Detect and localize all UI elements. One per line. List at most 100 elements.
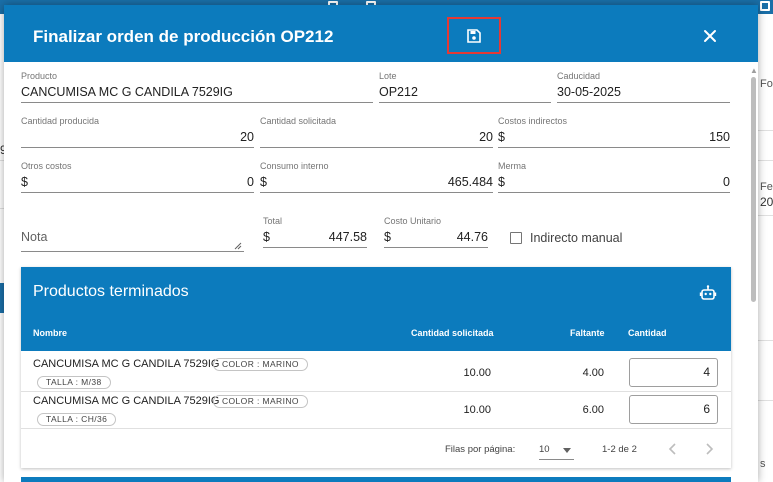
rows-per-page-select[interactable]: 10: [539, 440, 574, 460]
otros-costos-field[interactable]: Otros costos $ 0: [21, 161, 254, 193]
background-right-text: s: [760, 458, 766, 470]
cantidad-solicitada-field[interactable]: Cantidad solicitada 20: [260, 116, 493, 148]
nota-textarea[interactable]: Nota: [21, 227, 244, 252]
previous-page-icon[interactable]: [668, 443, 676, 455]
field-underline: [21, 147, 254, 148]
divider: [758, 130, 773, 131]
field-value: 465.484: [447, 175, 493, 189]
indirecto-manual-checkbox[interactable]: [510, 232, 522, 244]
field-value: 0: [723, 175, 730, 189]
scroll-up-icon[interactable]: ▲: [750, 66, 758, 75]
currency-symbol: $: [384, 230, 391, 244]
resize-grip-icon[interactable]: [234, 242, 242, 250]
next-page-icon[interactable]: [706, 443, 714, 455]
product-name: CANCUMISA MC G CANDILA 7529IG: [33, 358, 220, 370]
field-label: Consumo interno: [260, 161, 329, 171]
field-underline: [21, 192, 254, 193]
save-icon: [467, 28, 481, 43]
table-row: CANCUMISA MC G CANDILA 7529IG COLOR : MA…: [21, 392, 731, 429]
field-underline: [384, 247, 488, 248]
currency-symbol: $: [21, 175, 28, 189]
dialog-title: Finalizar orden de producción OP212: [33, 27, 334, 46]
field-label: Caducidad: [557, 71, 601, 81]
producto-field[interactable]: Producto CANCUMISA MC G CANDILA 7529IG: [21, 71, 373, 103]
caducidad-field[interactable]: Caducidad 30-05-2025: [557, 71, 730, 103]
field-label: Lote: [379, 71, 397, 81]
field-value: 447.58: [328, 230, 367, 244]
lote-field[interactable]: Lote OP212: [379, 71, 551, 103]
attribute-chip: TALLA : CH/36: [37, 413, 117, 426]
card-title: Productos terminados: [33, 283, 189, 300]
field-underline: [263, 247, 367, 248]
field-placeholder: Nota: [21, 230, 48, 244]
table-pagination: Filas por página: 10 1-2 de 2: [21, 430, 731, 468]
background-right-text: 20: [760, 195, 773, 209]
field-label: Merma: [498, 161, 527, 171]
field-underline: [260, 192, 493, 193]
costo-unitario-field: Costo Unitario $ 44.76: [384, 216, 488, 248]
product-name: CANCUMISA MC G CANDILA 7529IG: [33, 395, 220, 407]
finalize-order-dialog: Finalizar orden de producción OP212 ▲ Pr…: [4, 5, 758, 482]
currency-symbol: $: [498, 130, 505, 144]
cantidad-input[interactable]: 4: [629, 358, 718, 387]
column-header-nombre[interactable]: Nombre: [33, 328, 67, 338]
consumo-interno-field[interactable]: Consumo interno $ 465.484: [260, 161, 493, 193]
field-label: Total: [263, 216, 283, 226]
background-right-text: Fe: [760, 181, 773, 193]
field-value: 44.76: [456, 230, 488, 244]
attribute-chip: TALLA : M/38: [37, 376, 111, 389]
field-underline: [498, 147, 730, 148]
costos-indirectos-field[interactable]: Costos indirectos $ 150: [498, 116, 730, 148]
divider: [758, 215, 773, 216]
field-value: 150: [709, 130, 730, 144]
attribute-chip: COLOR : MARINO: [213, 358, 308, 371]
pagination-range: 1-2 de 2: [602, 444, 637, 455]
field-value: 30-05-2025: [557, 85, 621, 99]
dialog-header: Finalizar orden de producción OP212: [4, 5, 758, 62]
field-value: 20: [479, 130, 493, 144]
column-header-faltante[interactable]: Faltante: [570, 328, 605, 338]
card-header: Productos terminados Nombre Cantidad sol…: [21, 267, 731, 351]
currency-symbol: $: [263, 230, 270, 244]
cantidad-solicitada-cell: 10.00: [463, 367, 491, 379]
field-value: 20: [240, 130, 254, 144]
faltante-cell: 6.00: [582, 404, 604, 416]
field-label: Producto: [21, 71, 58, 81]
field-label: Cantidad solicitada: [260, 116, 337, 126]
cantidad-producida-field[interactable]: Cantidad producida 20: [21, 116, 254, 148]
rows-per-page-label: Filas por página:: [445, 444, 516, 455]
field-underline: [21, 102, 373, 103]
faltante-cell: 4.00: [582, 367, 604, 379]
save-button[interactable]: [447, 17, 501, 54]
field-underline: [260, 147, 493, 148]
next-section-header: [21, 477, 731, 482]
background-right-text: Fo: [760, 78, 773, 90]
close-button[interactable]: [701, 27, 719, 45]
rows-per-page-value: 10: [539, 444, 550, 455]
close-icon: [704, 30, 716, 42]
field-value: CANCUMISA MC G CANDILA 7529IG: [21, 85, 233, 99]
cantidad-input[interactable]: 6: [629, 395, 718, 424]
chevron-down-icon: [563, 448, 571, 453]
field-value: 0: [247, 175, 254, 189]
column-header-cantidad-solicitada[interactable]: Cantidad solicitada: [411, 328, 494, 338]
currency-symbol: $: [498, 175, 505, 189]
field-label: Costos indirectos: [498, 116, 568, 126]
field-underline: [498, 192, 730, 193]
table-row: CANCUMISA MC G CANDILA 7529IG COLOR : MA…: [21, 355, 731, 392]
scrollbar-thumb[interactable]: [751, 77, 756, 302]
column-header-cantidad[interactable]: Cantidad: [628, 328, 667, 338]
robot-icon[interactable]: [699, 284, 717, 302]
field-value: OP212: [379, 85, 418, 99]
merma-field[interactable]: Merma $ 0: [498, 161, 730, 193]
field-label: Costo Unitario: [384, 216, 442, 226]
attribute-chip: COLOR : MARINO: [213, 395, 308, 408]
divider: [758, 160, 773, 161]
cantidad-solicitada-cell: 10.00: [463, 404, 491, 416]
divider: [758, 340, 773, 341]
currency-symbol: $: [260, 175, 267, 189]
divider: [758, 400, 773, 401]
indirecto-manual-label[interactable]: Indirecto manual: [530, 231, 622, 245]
productos-terminados-card: Productos terminados Nombre Cantidad sol…: [21, 267, 731, 468]
field-underline: [379, 102, 551, 103]
